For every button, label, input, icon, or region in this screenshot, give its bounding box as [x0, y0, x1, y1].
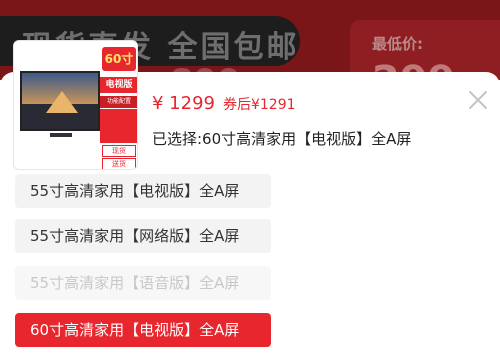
thumbnail-tag-delivery: 送货: [102, 158, 136, 169]
sku-option-60-tv[interactable]: 60寸高清家用【电视版】全A屏: [15, 313, 271, 347]
price-main: ¥ 1299: [152, 93, 215, 114]
thumbnail-tag-stock: 现货: [102, 145, 136, 157]
edition-badge: 电视版: [100, 77, 137, 93]
tv-image: [20, 71, 100, 131]
sku-option-55-tv[interactable]: 55寸高清家用【电视版】全A屏: [15, 174, 271, 208]
feature-list: [100, 109, 137, 143]
product-thumbnail[interactable]: 60寸 电视版 功能配置 现货 送货: [13, 40, 138, 170]
feature-heading: 功能配置: [100, 96, 137, 108]
size-badge: 60寸: [102, 47, 136, 71]
selected-sku-label: 已选择:60寸高清家用【电视版】全A屏: [152, 130, 412, 148]
lowest-price-label: 最低价:: [372, 35, 423, 53]
tv-stand: [50, 133, 72, 137]
price-after-coupon: 券后¥1291: [222, 97, 296, 113]
close-icon[interactable]: [464, 86, 492, 114]
price-row: ¥ 1299 券后¥1291: [152, 93, 296, 114]
sku-option-55-network[interactable]: 55寸高清家用【网络版】全A屏: [15, 219, 271, 253]
pyramid-graphic: [46, 91, 78, 113]
sku-option-55-voice[interactable]: 55寸高清家用【语音版】全A屏: [15, 266, 271, 300]
